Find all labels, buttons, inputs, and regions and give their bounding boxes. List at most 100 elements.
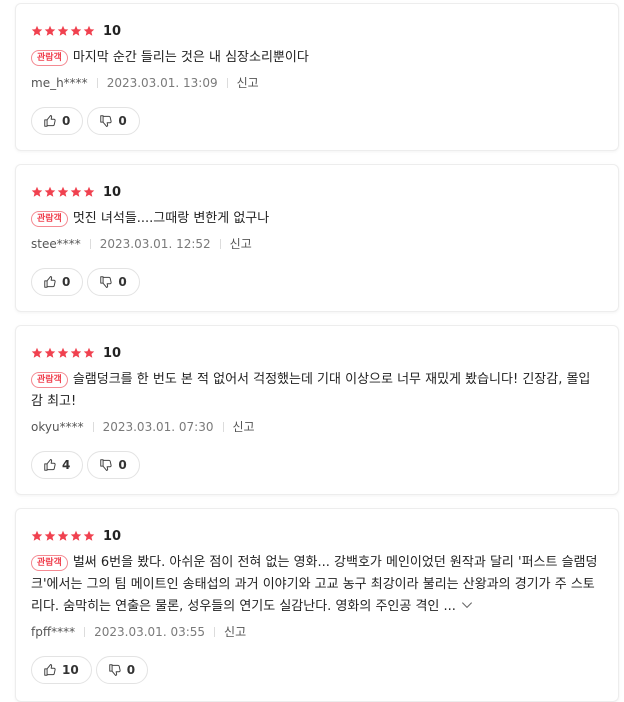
star-icon bbox=[31, 186, 43, 198]
star-icon bbox=[57, 347, 69, 359]
star-rating bbox=[31, 347, 95, 359]
review-date: 2023.03.01. 13:09 bbox=[106, 76, 218, 90]
thumbs-down-icon bbox=[99, 275, 113, 289]
dislike-button[interactable]: 0 bbox=[95, 656, 149, 684]
dislike-button[interactable]: 0 bbox=[87, 268, 140, 296]
star-icon bbox=[83, 530, 95, 542]
star-rating bbox=[31, 25, 95, 37]
review-text-block: 관람객 슬램덩크를 한 번도 본 적 없어서 걱정했는데 기대 이상으로 너무 재… bbox=[31, 369, 602, 413]
star-icon bbox=[70, 347, 82, 359]
divider bbox=[92, 422, 94, 432]
review-card: 10 관람객 벌써 6번을 봤다. 아쉬운 점이 전혀 없는 영화... 강백호가… bbox=[15, 508, 619, 702]
review-meta: okyu**** 2023.03.01. 07:30 신고 bbox=[31, 418, 602, 436]
dislike-count: 0 bbox=[118, 458, 127, 472]
viewer-badge: 관람객 bbox=[31, 555, 68, 571]
star-icon bbox=[44, 530, 56, 542]
star-icon bbox=[83, 25, 95, 37]
star-icon bbox=[31, 25, 43, 37]
review-list: 10 관람객 마지막 순간 들리는 것은 내 심장소리뿐이다 me_h**** 2… bbox=[0, 0, 624, 702]
star-rating bbox=[31, 186, 95, 198]
dislike-button[interactable]: 0 bbox=[87, 451, 140, 479]
divider bbox=[214, 627, 216, 637]
review-meta: stee**** 2023.03.01. 12:52 신고 bbox=[31, 235, 602, 253]
author-name: okyu**** bbox=[31, 420, 84, 434]
review-text: 슬램덩크를 한 번도 본 적 없어서 걱정했는데 기대 이상으로 너무 재밌게 … bbox=[31, 372, 591, 409]
star-icon bbox=[70, 186, 82, 198]
rating-score: 10 bbox=[103, 23, 122, 39]
review-card: 10 관람객 슬램덩크를 한 번도 본 적 없어서 걱정했는데 기대 이상으로 너… bbox=[15, 325, 619, 495]
author-name: fpff**** bbox=[31, 625, 76, 639]
dislike-count: 0 bbox=[118, 275, 127, 289]
review-text-block: 관람객 멋진 녀석들....그때랑 변한게 없구나 bbox=[31, 208, 602, 230]
rating-score: 10 bbox=[103, 528, 122, 544]
review-meta: fpff**** 2023.03.01. 03:55 신고 bbox=[31, 623, 602, 641]
thumbs-up-icon bbox=[43, 114, 57, 128]
report-link[interactable]: 신고 bbox=[224, 623, 246, 641]
report-link[interactable]: 신고 bbox=[233, 418, 255, 436]
like-count: 10 bbox=[62, 663, 79, 677]
review-text: 멋진 녀석들....그때랑 변한게 없구나 bbox=[72, 211, 270, 226]
vote-actions: 0 0 bbox=[31, 107, 602, 135]
like-button[interactable]: 0 bbox=[31, 107, 84, 135]
review-card: 10 관람객 마지막 순간 들리는 것은 내 심장소리뿐이다 me_h**** 2… bbox=[15, 3, 619, 151]
star-icon bbox=[31, 530, 43, 542]
like-button[interactable]: 10 bbox=[31, 656, 92, 684]
vote-actions: 4 0 bbox=[31, 451, 602, 479]
thumbs-up-icon bbox=[43, 458, 57, 472]
divider bbox=[219, 239, 221, 249]
dislike-button[interactable]: 0 bbox=[87, 107, 140, 135]
report-link[interactable]: 신고 bbox=[230, 235, 252, 253]
thumbs-up-icon bbox=[43, 275, 57, 289]
like-count: 0 bbox=[62, 275, 71, 289]
star-rating bbox=[31, 530, 95, 542]
vote-actions: 10 0 bbox=[31, 656, 602, 684]
like-button[interactable]: 0 bbox=[31, 268, 84, 296]
review-text: 벌써 6번을 봤다. 아쉬운 점이 전혀 없는 영화... 강백호가 메인이었던… bbox=[31, 555, 598, 614]
star-icon bbox=[83, 186, 95, 198]
thumbs-up-icon bbox=[43, 663, 57, 677]
report-link[interactable]: 신고 bbox=[237, 74, 259, 92]
star-icon bbox=[57, 25, 69, 37]
star-icon bbox=[83, 347, 95, 359]
viewer-badge: 관람객 bbox=[31, 211, 68, 227]
viewer-badge: 관람객 bbox=[31, 50, 68, 66]
review-card: 10 관람객 멋진 녀석들....그때랑 변한게 없구나 stee**** 202… bbox=[15, 164, 619, 312]
viewer-badge: 관람객 bbox=[31, 372, 68, 388]
like-count: 0 bbox=[62, 114, 71, 128]
rating-score: 10 bbox=[103, 345, 122, 361]
review-text-block: 관람객 마지막 순간 들리는 것은 내 심장소리뿐이다 bbox=[31, 47, 602, 69]
thumbs-down-icon bbox=[108, 663, 122, 677]
author-name: stee**** bbox=[31, 237, 81, 251]
like-button[interactable]: 4 bbox=[31, 451, 84, 479]
star-icon bbox=[70, 530, 82, 542]
review-meta: me_h**** 2023.03.01. 13:09 신고 bbox=[31, 74, 602, 92]
rating: 10 bbox=[31, 181, 602, 203]
author-name: me_h**** bbox=[31, 76, 88, 90]
review-date: 2023.03.01. 03:55 bbox=[94, 625, 206, 639]
dislike-count: 0 bbox=[118, 114, 127, 128]
star-icon bbox=[44, 186, 56, 198]
star-icon bbox=[70, 25, 82, 37]
review-text-block: 관람객 벌써 6번을 봤다. 아쉬운 점이 전혀 없는 영화... 강백호가 메인… bbox=[31, 552, 602, 618]
review-date: 2023.03.01. 12:52 bbox=[99, 237, 211, 251]
thumbs-down-icon bbox=[99, 114, 113, 128]
divider bbox=[222, 422, 224, 432]
review-text: 마지막 순간 들리는 것은 내 심장소리뿐이다 bbox=[72, 50, 309, 65]
thumbs-down-icon bbox=[99, 458, 113, 472]
star-icon bbox=[44, 25, 56, 37]
rating: 10 bbox=[31, 20, 602, 42]
dislike-count: 0 bbox=[126, 663, 136, 677]
star-icon bbox=[57, 186, 69, 198]
divider bbox=[89, 239, 91, 249]
rating: 10 bbox=[31, 525, 602, 547]
divider bbox=[226, 78, 228, 88]
rating-score: 10 bbox=[103, 184, 122, 200]
review-date: 2023.03.01. 07:30 bbox=[102, 420, 214, 434]
star-icon bbox=[31, 347, 43, 359]
vote-actions: 0 0 bbox=[31, 268, 602, 296]
divider bbox=[84, 627, 86, 637]
divider bbox=[96, 78, 98, 88]
like-count: 4 bbox=[62, 458, 71, 472]
chevron-down-icon[interactable] bbox=[460, 598, 474, 612]
rating: 10 bbox=[31, 342, 602, 364]
